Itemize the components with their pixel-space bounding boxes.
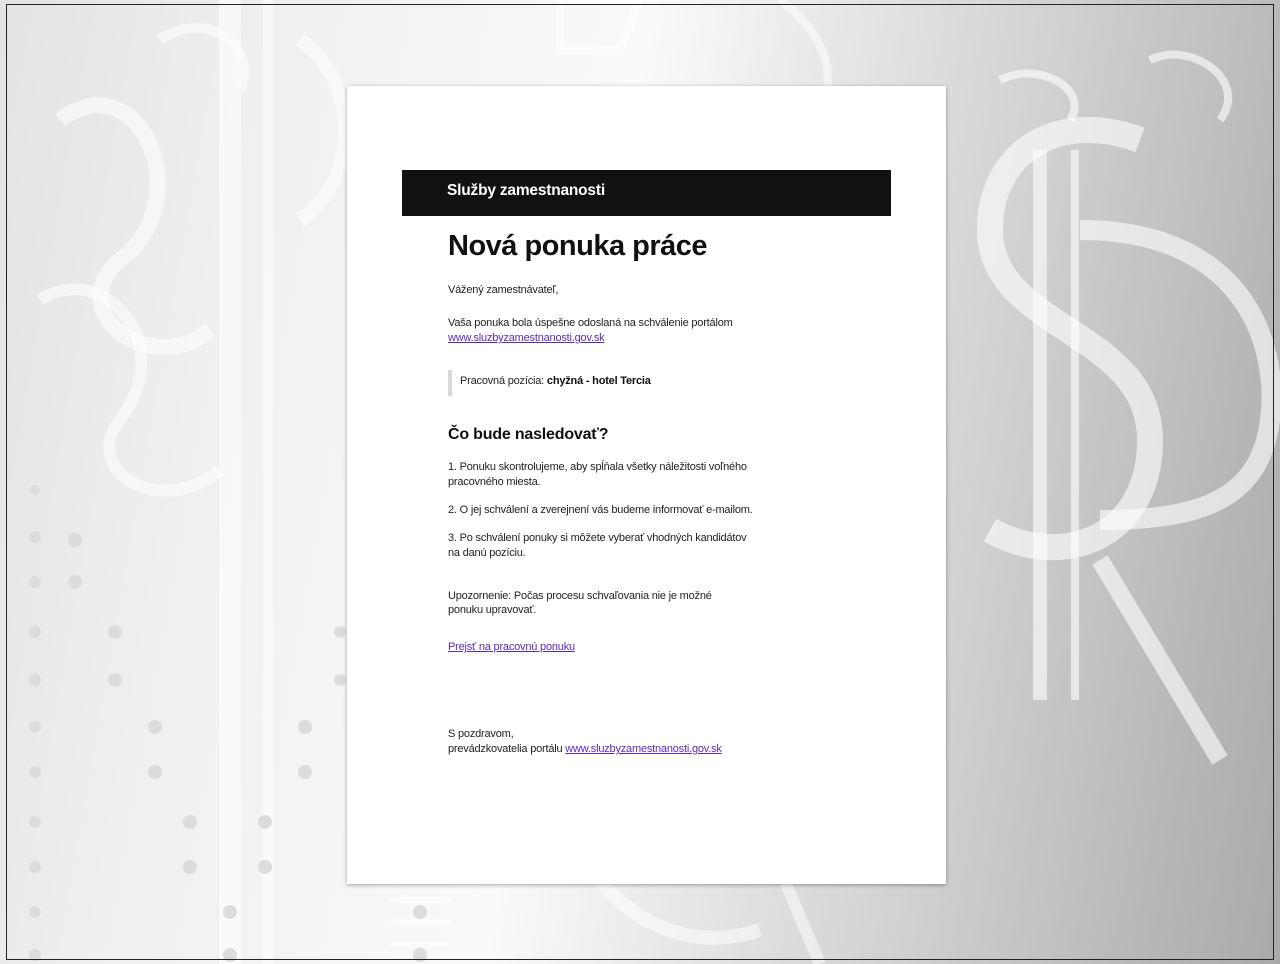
email-header-banner: Služby zamestnanosti	[402, 170, 891, 216]
position-value: chyžná - hotel Tercia	[546, 374, 651, 387]
signature-block: S pozdravom, prevádzkovatelia portálu ww…	[448, 727, 778, 757]
submission-message: Vaša ponuka bola úspešne odoslaná na sch…	[448, 317, 733, 330]
brand-name: Služby zamestnanosti	[447, 182, 605, 199]
warning-text: Upozornenie: Počas procesu schvaľovania …	[448, 589, 712, 617]
offer-link-row: Prejsť na pracovnú ponuku	[448, 640, 778, 655]
next-steps-list: 1. Ponuku skontrolujeme, aby spĺňala vše…	[448, 460, 758, 560]
email-sheet: Služby zamestnanosti Nová ponuka práce V…	[347, 86, 946, 884]
position-blockquote: Pracovná pozícia: chyžná - hotel Tercia	[448, 369, 778, 396]
signature-portal-link[interactable]: www.sluzbyzamestnanosti.gov.sk	[565, 743, 722, 755]
position-label: Pracovná pozícia:	[460, 374, 547, 387]
greeting-text: Vážený zamestnávateľ,	[448, 284, 559, 297]
signature-prefix: prevádzkovatelia portálu	[448, 742, 566, 755]
step-item: 2. O jej schválení a zverejnení vás bude…	[448, 504, 753, 516]
regards-text: S pozdravom,	[448, 728, 514, 741]
go-to-offer-link[interactable]: Prejsť na pracovnú ponuku	[448, 641, 575, 653]
step-item: 1. Ponuku skontrolujeme, aby spĺňala vše…	[448, 461, 747, 489]
email-body: Nová ponuka práce Vážený zamestnávateľ, …	[448, 230, 778, 757]
next-steps-heading: Čo bude nasledovať?	[448, 425, 609, 443]
portal-link[interactable]: www.sluzbyzamestnanosti.gov.sk	[448, 332, 605, 344]
submission-text: Vaša ponuka bola úspešne odoslaná na sch…	[448, 316, 778, 346]
step-item: 3. Po schválení ponuky si môžete vyberať…	[448, 531, 747, 559]
page-title: Nová ponuka práce	[448, 230, 708, 262]
